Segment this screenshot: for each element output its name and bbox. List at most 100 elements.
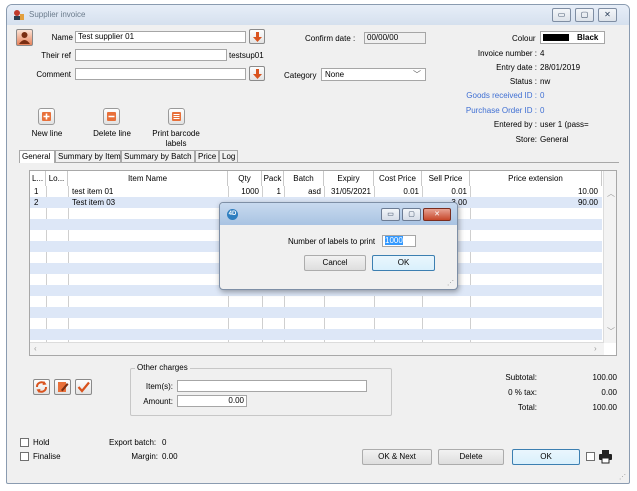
print-barcode-label-line2: labels [165, 139, 187, 148]
tab-summary-by-batch[interactable]: Summary by Batch [121, 150, 195, 162]
tab-summary-by-item[interactable]: Summary by Item [55, 150, 121, 162]
new-line-label: New line [31, 129, 63, 138]
dialog-close-button[interactable]: ✕ [423, 208, 451, 221]
dialog-prompt: Number of labels to print [288, 237, 376, 246]
cell-expiry: 31/05/2021 [330, 187, 371, 196]
name-field[interactable]: Test supplier 01 [75, 31, 246, 43]
labels-count-value: 1000 [385, 236, 403, 245]
column-header-item-name[interactable]: Item Name [68, 171, 228, 186]
close-button[interactable]: ✕ [598, 8, 617, 22]
scroll-right-icon[interactable]: › [594, 344, 597, 353]
print-barcode-label-line1: Print barcode [152, 129, 200, 138]
ok-button[interactable]: OK [512, 449, 580, 465]
store-value: General [540, 135, 569, 144]
confirm-button[interactable] [75, 379, 92, 395]
purchase-order-value: 0 [540, 106, 545, 115]
delete-line-button[interactable] [103, 108, 120, 125]
tax-label: 0 % tax: [508, 388, 537, 397]
chevron-down-icon: ﹀ [413, 70, 421, 79]
tab-price[interactable]: Price [195, 150, 219, 162]
dialog-ok-button[interactable]: OK [372, 255, 435, 271]
vertical-scrollbar[interactable]: ︿ ﹀ [603, 171, 616, 343]
tax-value: 0.00 [601, 388, 617, 397]
edit-button[interactable] [54, 379, 71, 395]
row-stripe [30, 307, 602, 318]
their-ref-field[interactable] [75, 49, 227, 61]
cell-cost-price: 0.01 [403, 187, 419, 196]
subtotal-value: 100.00 [592, 373, 617, 382]
cell-qty: 1000 [241, 187, 259, 196]
cell-batch: asd [308, 187, 321, 196]
hold-checkbox[interactable] [20, 438, 29, 447]
new-line-button[interactable] [38, 108, 55, 125]
minimize-button[interactable]: ▭ [552, 8, 571, 22]
cell-item-name: test item 01 [72, 187, 114, 196]
other-charges-legend: Other charges [135, 363, 190, 372]
column-header-price-extension[interactable]: Price extension [470, 171, 602, 186]
horizontal-scrollbar[interactable]: ‹ › [30, 342, 604, 355]
amount-label: Amount: [143, 397, 173, 406]
minus-icon [107, 112, 116, 121]
cell-sell-price: 0.01 [451, 187, 467, 196]
export-batch-value: 0 [162, 438, 167, 447]
delete-line-label: Delete line [93, 129, 131, 138]
maximize-button[interactable]: ▢ [575, 8, 594, 22]
dialog-resize-grip[interactable]: ⋰ [447, 279, 454, 287]
cell-location [48, 197, 66, 208]
dialog-minimize-button[interactable]: ▭ [381, 208, 400, 221]
table-row[interactable]: 1 test item 01 1000 1 asd 31/05/2021 0.0… [30, 186, 602, 197]
tab-general[interactable]: General [19, 150, 55, 163]
scroll-left-icon[interactable]: ‹ [34, 344, 37, 353]
scroll-up-icon[interactable]: ︿ [607, 188, 615, 199]
column-header-cost-price[interactable]: Cost Price [374, 171, 422, 186]
column-header-line[interactable]: L... [30, 171, 46, 186]
dialog-cancel-button[interactable]: Cancel [304, 255, 366, 271]
down-arrow-icon [253, 32, 262, 42]
margin-label: Margin: [131, 452, 158, 461]
comment-lookup-button[interactable] [249, 66, 265, 81]
comment-label: Comment [36, 70, 71, 79]
cell-location [48, 186, 66, 197]
category-value: None [325, 70, 345, 79]
column-header-qty[interactable]: Qty [228, 171, 262, 186]
items-field[interactable] [177, 380, 367, 392]
hold-label: Hold [33, 438, 50, 447]
colour-value: Black [577, 33, 599, 42]
comment-field[interactable] [75, 68, 246, 80]
colour-field[interactable]: Black [540, 31, 605, 44]
category-label: Category [284, 71, 317, 80]
printer-icon[interactable] [598, 449, 613, 464]
confirm-date-field[interactable]: 00/00/00 [364, 32, 426, 44]
dialog-title-bar: 4D ▭ ▢ ✕ [220, 203, 457, 225]
name-lookup-button[interactable] [249, 29, 265, 44]
refresh-button[interactable] [33, 379, 50, 395]
subtotal-label: Subtotal: [505, 373, 537, 382]
column-header-sell-price[interactable]: Sell Price [422, 171, 470, 186]
dialog-maximize-button[interactable]: ▢ [402, 208, 421, 221]
their-ref-label: Their ref [41, 51, 71, 60]
print-checkbox[interactable] [586, 452, 595, 461]
column-header-location[interactable]: Lo... [46, 171, 68, 186]
tab-log[interactable]: Log [219, 150, 238, 162]
cell-line: 1 [34, 187, 39, 196]
scroll-down-icon[interactable]: ﹀ [607, 326, 615, 337]
goods-received-label[interactable]: Goods received ID : [427, 91, 537, 100]
column-header-pack[interactable]: Pack [262, 171, 284, 186]
title-bar: Supplier invoice ▭ ▢ ✕ [7, 5, 629, 25]
column-header-expiry[interactable]: Expiry [324, 171, 374, 186]
purchase-order-label[interactable]: Purchase Order ID : [427, 106, 537, 115]
delete-button[interactable]: Delete [438, 449, 504, 465]
4d-app-icon: 4D [227, 209, 238, 220]
resize-grip[interactable]: ⋰ [619, 473, 626, 481]
app-icon [14, 10, 24, 20]
amount-field[interactable]: 0.00 [177, 395, 247, 407]
print-barcode-labels-button[interactable] [168, 108, 185, 125]
ok-and-next-button[interactable]: OK & Next [362, 449, 432, 465]
person-icon [19, 32, 30, 44]
column-header-batch[interactable]: Batch [284, 171, 324, 186]
store-label: Store: [515, 135, 537, 144]
finalise-checkbox[interactable] [20, 452, 29, 461]
category-select[interactable]: None ﹀ [321, 68, 426, 81]
labels-count-input[interactable]: 1000 [382, 235, 416, 247]
supplier-picker-button[interactable] [16, 29, 33, 46]
